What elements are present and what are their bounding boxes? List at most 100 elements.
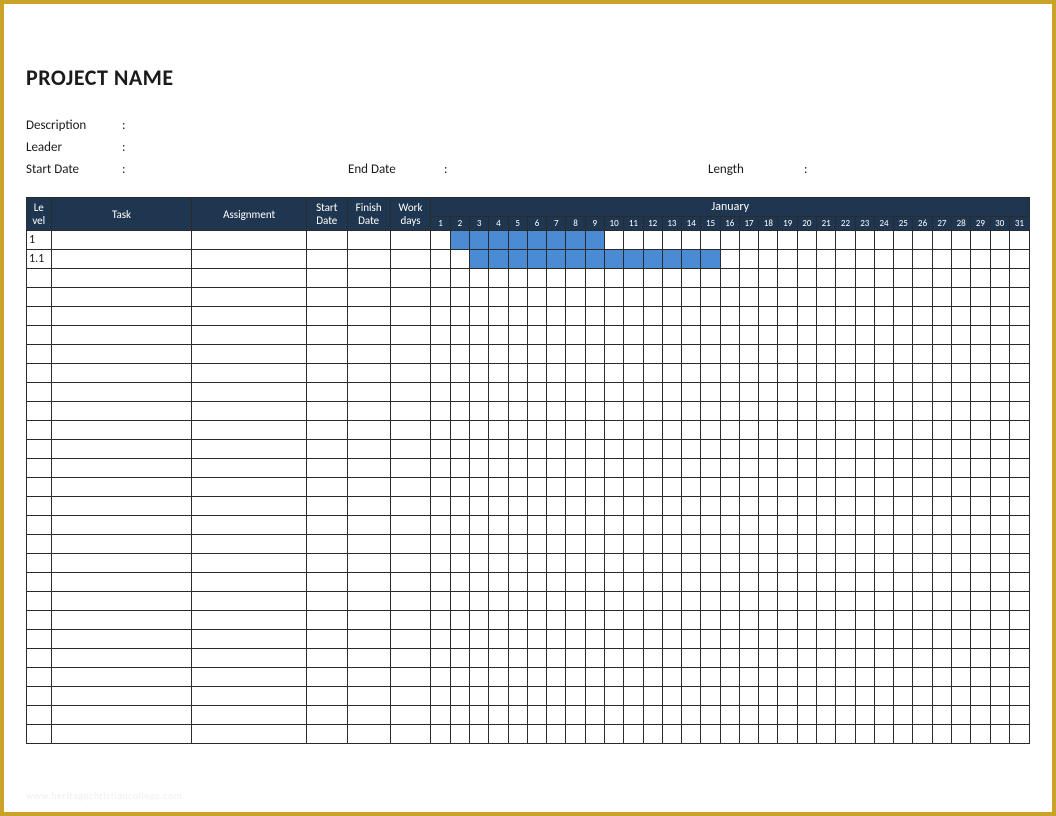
cell-day bbox=[913, 516, 932, 535]
cell-day bbox=[682, 497, 701, 516]
cell-day bbox=[469, 345, 488, 364]
cell-day bbox=[566, 421, 585, 440]
cell-day bbox=[527, 630, 546, 649]
cell-day bbox=[431, 592, 450, 611]
cell-day bbox=[720, 725, 739, 744]
cell-day bbox=[1009, 459, 1029, 478]
cell-day bbox=[952, 535, 971, 554]
cell-day bbox=[489, 288, 508, 307]
cell-day bbox=[932, 668, 951, 687]
cell-day bbox=[778, 478, 797, 497]
cell-day bbox=[971, 535, 990, 554]
cell-day bbox=[1009, 421, 1029, 440]
cell-empty bbox=[347, 668, 390, 687]
cell-day bbox=[527, 497, 546, 516]
cell-day bbox=[817, 459, 836, 478]
cell-empty bbox=[192, 326, 306, 345]
cell-day bbox=[682, 573, 701, 592]
cell-empty bbox=[192, 611, 306, 630]
cell-day bbox=[604, 630, 623, 649]
cell-level bbox=[27, 421, 52, 440]
cell-day bbox=[624, 326, 643, 345]
cell-day bbox=[952, 402, 971, 421]
meta-colon: : bbox=[804, 159, 816, 181]
cell-day bbox=[508, 706, 527, 725]
cell-day bbox=[1009, 630, 1029, 649]
cell-day bbox=[855, 307, 874, 326]
cell-day bbox=[585, 345, 604, 364]
cell-day bbox=[1009, 383, 1029, 402]
cell-day bbox=[431, 573, 450, 592]
cell-day bbox=[566, 307, 585, 326]
cell-day bbox=[489, 516, 508, 535]
cell-day bbox=[527, 364, 546, 383]
cell-day bbox=[894, 497, 913, 516]
cell-day bbox=[450, 497, 469, 516]
gantt-bar-cell bbox=[701, 250, 720, 269]
header-task: Task bbox=[51, 198, 192, 231]
cell-day bbox=[489, 364, 508, 383]
cell-day bbox=[932, 516, 951, 535]
cell-day bbox=[990, 630, 1009, 649]
cell-day bbox=[450, 687, 469, 706]
cell-empty bbox=[390, 687, 431, 706]
cell-day bbox=[1009, 497, 1029, 516]
cell-day bbox=[508, 288, 527, 307]
cell-day bbox=[1009, 231, 1029, 250]
cell-day bbox=[759, 668, 778, 687]
cell-day bbox=[1009, 554, 1029, 573]
cell-day bbox=[527, 668, 546, 687]
cell-day bbox=[527, 269, 546, 288]
cell-empty bbox=[347, 497, 390, 516]
table-row bbox=[27, 402, 1030, 421]
cell-day bbox=[1009, 326, 1029, 345]
cell-day bbox=[450, 440, 469, 459]
cell-day bbox=[604, 592, 623, 611]
cell-day bbox=[836, 611, 855, 630]
cell-day bbox=[778, 630, 797, 649]
header-day-17: 17 bbox=[739, 217, 758, 231]
cell-day bbox=[913, 307, 932, 326]
cell-day bbox=[643, 326, 662, 345]
cell-day bbox=[894, 440, 913, 459]
cell-empty bbox=[390, 611, 431, 630]
cell-day bbox=[952, 478, 971, 497]
cell-day bbox=[778, 421, 797, 440]
cell-day bbox=[1009, 269, 1029, 288]
gantt-wrapper: Le vel Task Assignment Start Date Finish… bbox=[26, 197, 1030, 744]
cell-level bbox=[27, 459, 52, 478]
header-day-18: 18 bbox=[759, 217, 778, 231]
cell-day bbox=[469, 573, 488, 592]
cell-day bbox=[701, 269, 720, 288]
cell-day bbox=[1009, 402, 1029, 421]
cell-day bbox=[817, 440, 836, 459]
cell-day bbox=[527, 611, 546, 630]
cell-day bbox=[778, 364, 797, 383]
table-row bbox=[27, 611, 1030, 630]
cell-day bbox=[778, 706, 797, 725]
cell-empty bbox=[306, 250, 347, 269]
cell-day bbox=[759, 706, 778, 725]
cell-day bbox=[720, 497, 739, 516]
cell-day bbox=[971, 364, 990, 383]
cell-day bbox=[952, 630, 971, 649]
cell-day bbox=[566, 478, 585, 497]
cell-day bbox=[682, 478, 701, 497]
cell-day bbox=[952, 592, 971, 611]
cell-day bbox=[701, 535, 720, 554]
cell-day bbox=[508, 592, 527, 611]
cell-day bbox=[932, 611, 951, 630]
cell-day bbox=[778, 459, 797, 478]
cell-day bbox=[952, 497, 971, 516]
table-row bbox=[27, 383, 1030, 402]
cell-day bbox=[624, 402, 643, 421]
cell-day bbox=[739, 440, 758, 459]
cell-day bbox=[604, 307, 623, 326]
cell-day bbox=[431, 516, 450, 535]
cell-level: 1 bbox=[27, 231, 52, 250]
cell-day bbox=[604, 459, 623, 478]
cell-day bbox=[836, 516, 855, 535]
cell-day bbox=[1009, 611, 1029, 630]
cell-empty bbox=[390, 725, 431, 744]
cell-day bbox=[701, 440, 720, 459]
